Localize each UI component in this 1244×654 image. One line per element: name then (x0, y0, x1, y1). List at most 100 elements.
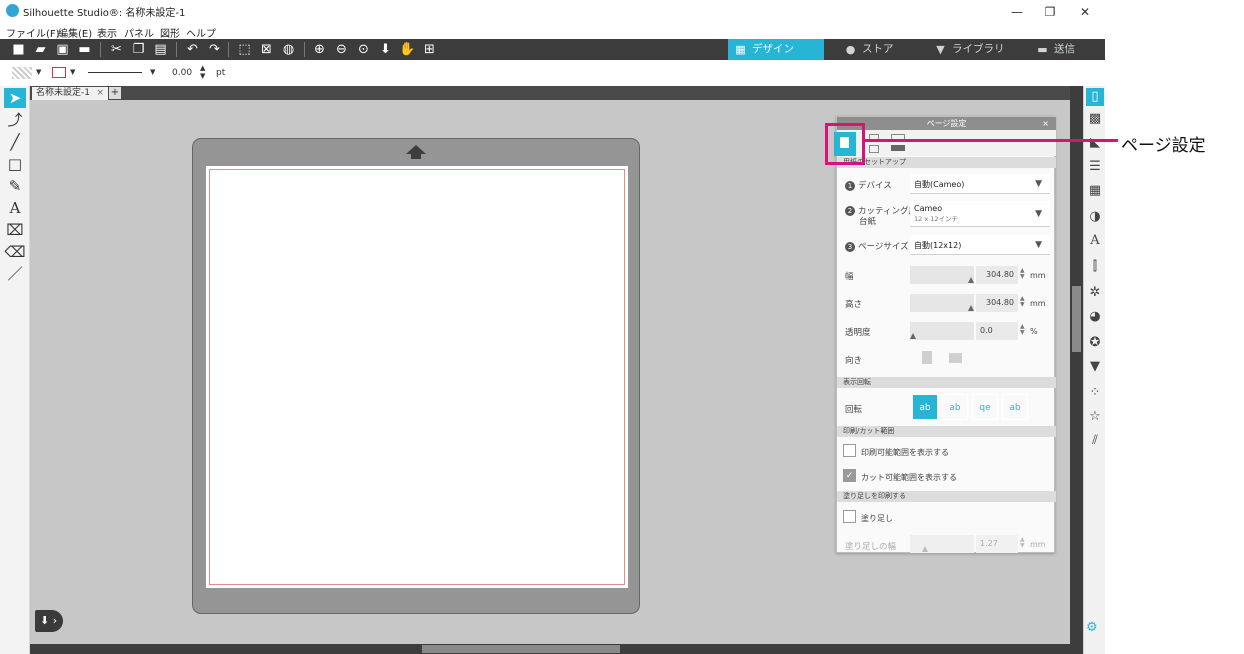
fill-dropdown-icon[interactable]: ▼ (36, 68, 41, 76)
pan-hand-icon[interactable]: ✋ (399, 41, 416, 58)
design-page[interactable] (206, 166, 628, 588)
trace-icon[interactable]: ◕ (1086, 308, 1104, 326)
horizontal-scroll-thumb[interactable] (422, 645, 620, 653)
cut-icon[interactable]: ✂ (108, 41, 125, 58)
bleed-checkbox[interactable] (843, 510, 856, 523)
paste-icon[interactable]: ▤ (152, 41, 169, 58)
height-input[interactable]: 304.80 (976, 294, 1018, 312)
menu-view[interactable]: 表示 (97, 25, 117, 40)
line-tool-icon[interactable]: ╱ (4, 132, 26, 152)
tab-store[interactable]: ● ストア (838, 39, 918, 60)
effects-dots-icon[interactable]: ⁘ (1086, 384, 1104, 402)
tab-design[interactable]: ▦ デザイン (728, 39, 824, 60)
offset-star-icon[interactable]: ✪ (1086, 334, 1104, 352)
vertical-scroll-thumb[interactable] (1072, 286, 1081, 352)
transparency-input[interactable]: 0.0 (976, 322, 1018, 340)
horizontal-scrollbar[interactable] (30, 644, 1083, 654)
text-style-icon[interactable]: A (1086, 232, 1104, 250)
rotate-270-button[interactable]: ab (1002, 394, 1028, 420)
rotate-90-button[interactable]: ab (942, 394, 968, 420)
deselect-icon[interactable]: ⊠ (258, 41, 275, 58)
page-settings-icon[interactable]: ▯ (1086, 88, 1104, 106)
send-icon[interactable]: ◣ (1086, 134, 1104, 152)
menu-file[interactable]: ファイル(F) (6, 25, 60, 40)
redo-icon[interactable]: ↷ (206, 41, 223, 58)
transparency-icon[interactable]: ◑ (1086, 208, 1104, 226)
show-print-area-checkbox[interactable] (843, 444, 856, 457)
copy-icon[interactable]: ❐ (130, 41, 147, 58)
line-width-value[interactable]: 0.00 (172, 68, 192, 78)
minimize-button[interactable]: — (1007, 5, 1027, 19)
bleed-width-slider-handle[interactable] (922, 546, 928, 552)
select-by-color-icon[interactable]: ◍ (280, 41, 297, 58)
menu-help[interactable]: ヘルプ (186, 25, 216, 40)
bleed-width-slider[interactable] (910, 535, 974, 553)
menu-shapes[interactable]: 図形 (160, 25, 180, 40)
tab-library[interactable]: ▼ ライブラリ (928, 39, 1018, 60)
transparency-slider[interactable] (910, 322, 974, 340)
transparency-slider-handle[interactable] (910, 333, 916, 339)
rotate-180-button[interactable]: qe (972, 394, 998, 420)
print-cut-icon[interactable]: ▩ (1086, 110, 1104, 128)
open-folder-icon[interactable]: ▰ (32, 41, 49, 58)
cutting-mat-dropdown[interactable]: Cameo 12 x 12インチ ▼ (910, 201, 1050, 227)
width-slider-handle[interactable] (968, 277, 974, 283)
restore-button[interactable]: ❐ (1040, 5, 1060, 19)
bleed-width-input[interactable]: 1.27 (976, 535, 1018, 553)
move-down-icon[interactable]: ⬇ (377, 41, 394, 58)
width-spinner[interactable]: ▲ ▼ (1020, 268, 1025, 280)
knife-tool-icon[interactable]: ／ (4, 264, 26, 284)
pen-tool-icon[interactable]: ✎ (4, 176, 26, 196)
eraser-tool-icon[interactable]: ⌫ (4, 242, 26, 262)
close-window-button[interactable]: ✕ (1075, 5, 1095, 19)
landscape-icon[interactable] (949, 353, 962, 363)
line-color-swatch[interactable] (52, 67, 66, 78)
height-slider-handle[interactable] (968, 305, 974, 311)
library-drawer-button[interactable]: ⬇ › (35, 610, 63, 632)
new-tab-button[interactable]: + (109, 87, 121, 99)
bleed-width-spinner[interactable]: ▲ ▼ (1020, 537, 1025, 549)
point-edit-tool-icon[interactable]: ⤴ (4, 110, 26, 130)
width-input[interactable]: 304.80 (976, 266, 1018, 284)
layout-tab-icon[interactable] (891, 145, 905, 151)
height-slider[interactable] (910, 294, 974, 312)
zoom-fit-icon[interactable]: ⊙ (355, 41, 372, 58)
text-tool-icon[interactable]: A (4, 198, 26, 218)
close-tab-button[interactable]: × (96, 87, 104, 100)
tab-send[interactable]: ▬ 送信 (1030, 39, 1100, 60)
replicate-icon[interactable]: ▼ (1086, 358, 1104, 376)
show-cut-area-checkbox[interactable]: ✓ (843, 469, 856, 482)
document-tab[interactable]: 名称未設定-1 × (32, 87, 108, 100)
vertical-scrollbar[interactable] (1070, 86, 1083, 644)
line-style-dropdown-icon[interactable]: ▼ (150, 68, 155, 76)
menu-edit[interactable]: 編集(E) (58, 25, 92, 40)
rectangle-tool-icon[interactable]: □ (4, 154, 26, 174)
fill-bucket-tool-icon[interactable]: ⌧ (4, 220, 26, 240)
line-color-dropdown-icon[interactable]: ▼ (70, 68, 75, 76)
select-all-icon[interactable]: ⬚ (236, 41, 253, 58)
settings-gear-icon[interactable]: ⚙ (1086, 620, 1098, 635)
fill-color-icon[interactable]: ▦ (1086, 182, 1104, 200)
width-slider[interactable] (910, 266, 974, 284)
sketch-icon[interactable]: ⫽ (1086, 432, 1104, 450)
zoom-in-icon[interactable]: ⊕ (311, 41, 328, 58)
line-style-sample[interactable] (88, 72, 142, 73)
transparency-spinner[interactable]: ▲ ▼ (1020, 324, 1025, 336)
fit-page-icon[interactable]: ⊞ (421, 41, 438, 58)
height-spinner[interactable]: ▲ ▼ (1020, 296, 1025, 308)
select-tool-icon[interactable]: ➤ (4, 88, 26, 108)
menu-panel[interactable]: パネル (124, 25, 154, 40)
page-size-dropdown[interactable]: 自動(12x12) ▼ (910, 235, 1050, 255)
device-dropdown[interactable]: 自動(Cameo) ▼ (910, 174, 1050, 194)
print-icon[interactable]: ▬ (76, 41, 93, 58)
line-style-icon[interactable]: ☰ (1086, 158, 1104, 176)
transform-icon[interactable]: ✲ (1086, 284, 1104, 302)
zoom-out-icon[interactable]: ⊖ (333, 41, 350, 58)
save-icon[interactable]: ▣ (54, 41, 71, 58)
modify-star-icon[interactable]: ☆ (1086, 408, 1104, 426)
fill-pattern-swatch[interactable] (12, 67, 32, 79)
grid-tab-icon[interactable] (869, 145, 879, 153)
new-document-icon[interactable]: ■ (10, 41, 27, 58)
page-setup-tab-icon[interactable] (834, 132, 856, 156)
line-width-spinner[interactable]: ▲ ▼ (200, 64, 205, 80)
